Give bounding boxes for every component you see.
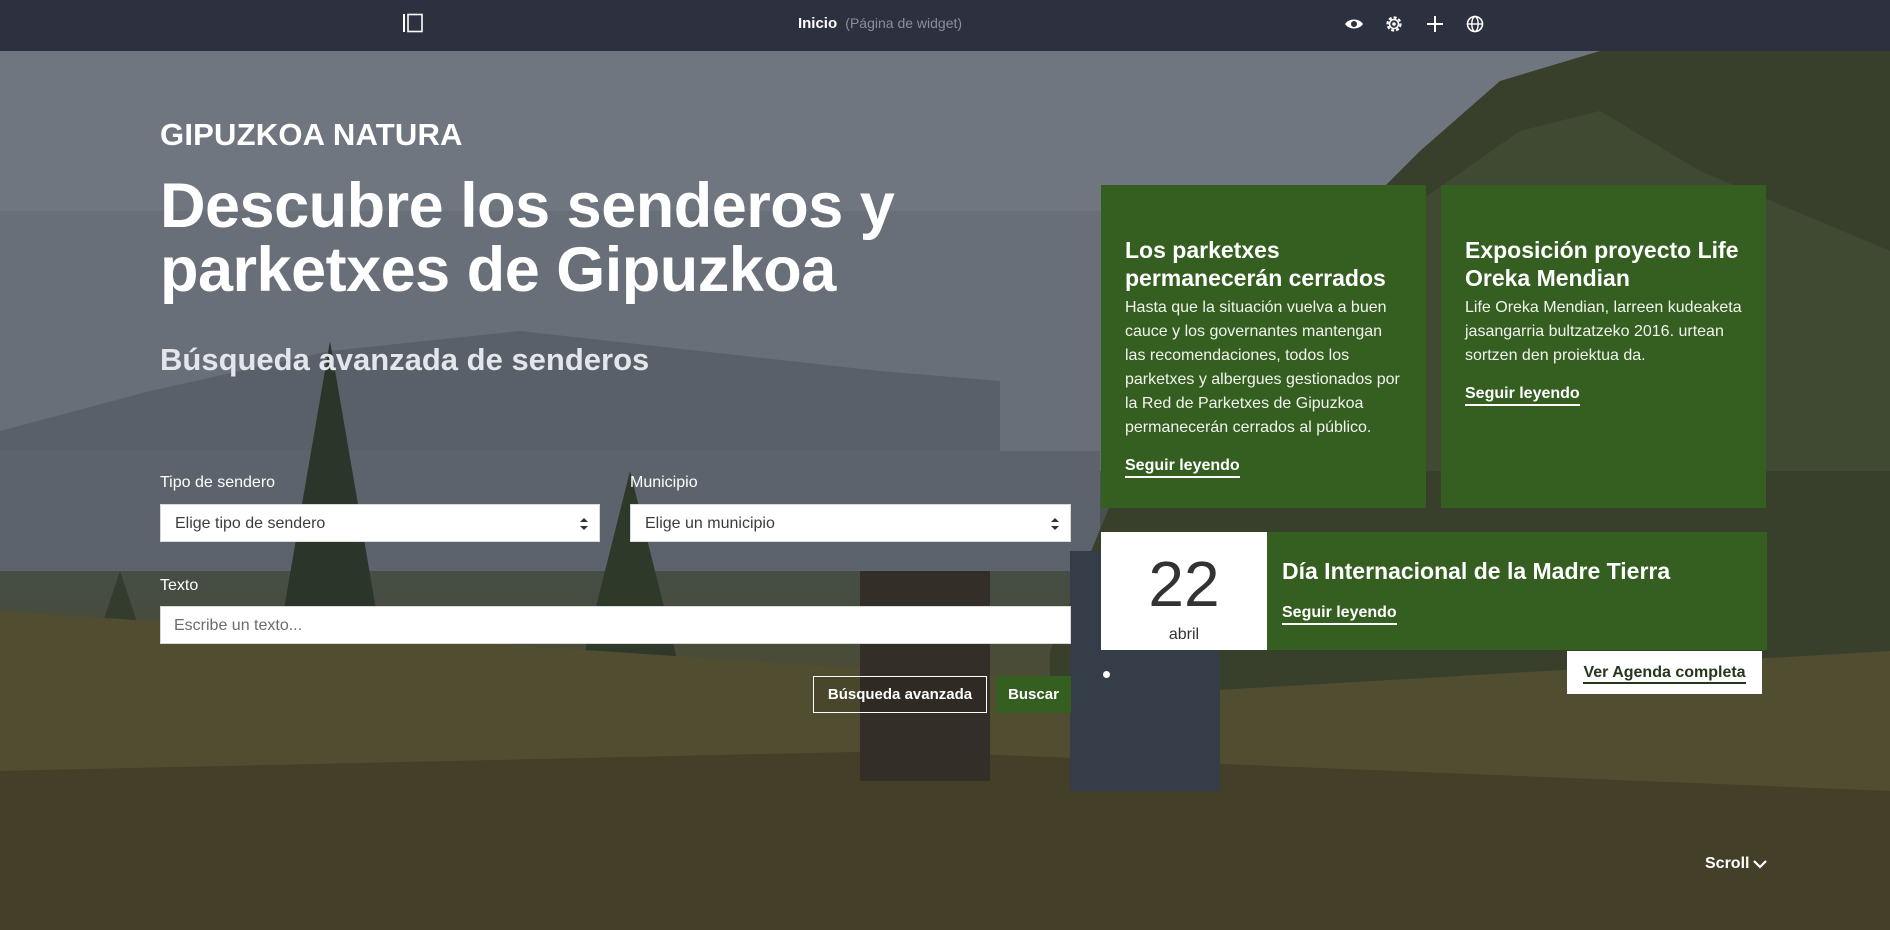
site-eyebrow: GIPUZKOA NATURA xyxy=(160,117,463,152)
municipality-label: Municipio xyxy=(630,474,698,491)
event-read-more-link[interactable]: Seguir leyendo xyxy=(1282,604,1397,625)
news-card-title: Exposición proyecto Life Oreka Mendian xyxy=(1465,237,1739,291)
text-label: Texto xyxy=(160,577,199,594)
scroll-label: Scroll xyxy=(1705,855,1750,872)
gear-icon[interactable] xyxy=(1383,13,1405,35)
text-search-placeholder: Escribe un texto... xyxy=(174,617,303,634)
read-more-link[interactable]: Seguir leyendo xyxy=(1125,457,1240,478)
hero-headline: Descubre los senderos y parketxes de Gip… xyxy=(160,171,895,305)
search-heading: Búsqueda avanzada de senderos xyxy=(160,342,650,377)
search-button[interactable]: Buscar xyxy=(996,676,1071,713)
scroll-indicator[interactable]: Scroll xyxy=(1705,855,1768,873)
news-card-body: Hasta que la situación vuelva a buen cau… xyxy=(1125,299,1400,436)
event-title: Día Internacional de la Madre Tierra xyxy=(1282,558,1671,584)
municipality-select[interactable]: Elige un municipio xyxy=(630,504,1071,542)
select-arrows-icon xyxy=(1051,518,1059,530)
news-card-title: Los parketxes permanecerán cerrados xyxy=(1125,237,1386,291)
page-title-text: Inicio xyxy=(797,15,838,32)
chevron-down-icon xyxy=(1753,859,1768,869)
eye-icon[interactable] xyxy=(1343,13,1365,35)
news-card-body: Life Oreka Mendian, larreen kudeaketa ja… xyxy=(1465,299,1742,364)
trail-type-select[interactable]: Elige tipo de sendero xyxy=(160,504,600,542)
trail-type-label: Tipo de sendero xyxy=(160,474,276,491)
carousel-dot[interactable] xyxy=(1103,671,1110,678)
page-type-label: (Página de widget) xyxy=(845,15,963,31)
event-card: 22 abril Día Internacional de la Madre T… xyxy=(1101,532,1767,650)
page-title: Inicio (Página de widget) xyxy=(0,0,1760,51)
globe-icon[interactable] xyxy=(1464,13,1486,35)
text-search-input[interactable]: Escribe un texto... xyxy=(160,606,1071,644)
advanced-search-button[interactable]: Búsqueda avanzada xyxy=(813,676,987,713)
admin-toolbar: Inicio (Página de widget) xyxy=(0,0,1890,51)
event-day: 22 xyxy=(1148,548,1220,620)
full-agenda-button[interactable]: Ver Agenda completa xyxy=(1567,651,1762,694)
news-card: Los parketxes permanecerán cerrados Hast… xyxy=(1101,185,1426,508)
trail-type-value: Elige tipo de sendero xyxy=(175,515,326,532)
event-date: 22 abril xyxy=(1101,532,1267,650)
news-card: Exposición proyecto Life Oreka Mendian L… xyxy=(1441,185,1766,508)
read-more-link[interactable]: Seguir leyendo xyxy=(1465,385,1580,406)
select-arrows-icon xyxy=(580,518,588,530)
municipality-value: Elige un municipio xyxy=(645,515,775,532)
plus-icon[interactable] xyxy=(1424,13,1446,35)
full-agenda-label: Ver Agenda completa xyxy=(1583,664,1746,684)
event-month: abril xyxy=(1168,626,1200,643)
